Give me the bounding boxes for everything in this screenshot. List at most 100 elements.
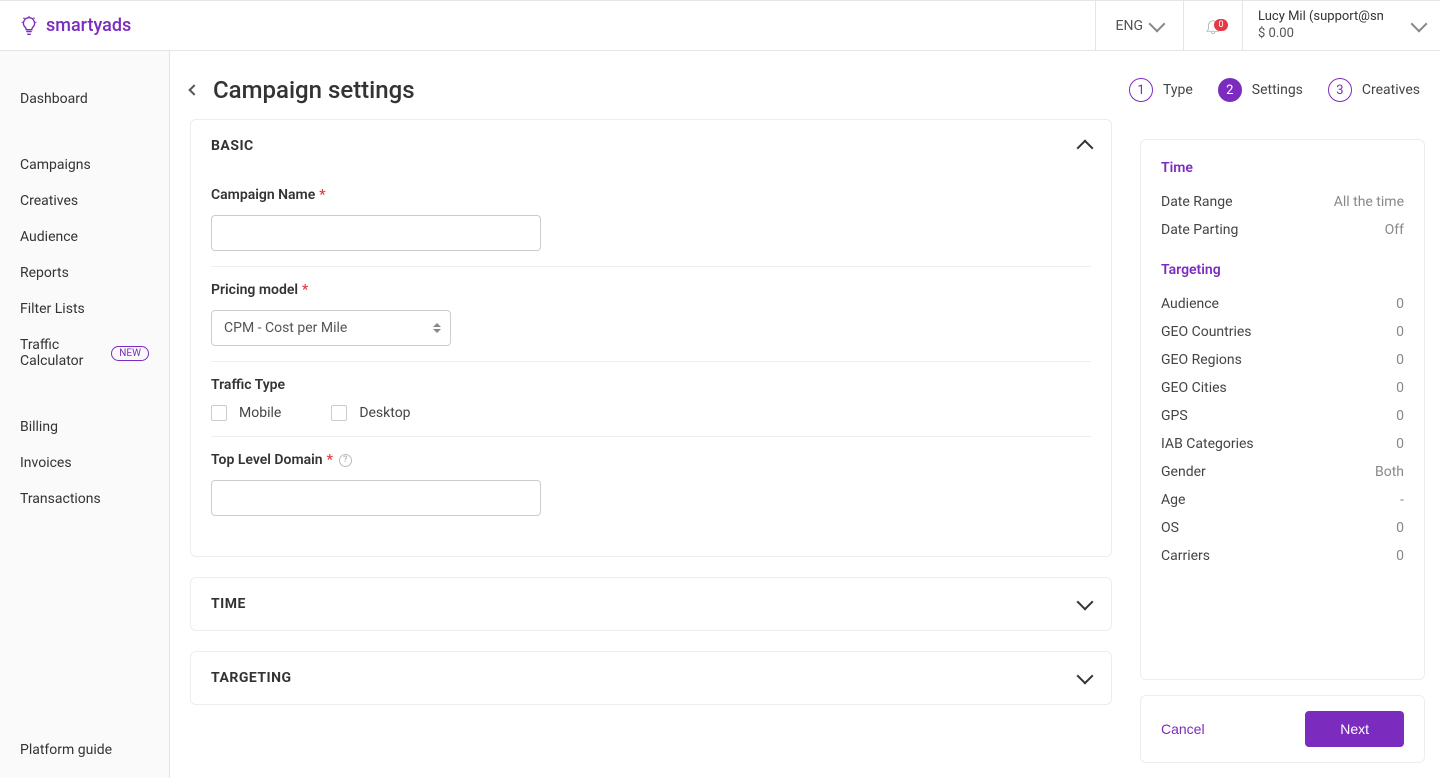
summary-label: GEO Cities [1161, 380, 1227, 396]
chevron-up-icon [1077, 140, 1094, 157]
next-button[interactable]: Next [1305, 711, 1404, 747]
sidebar-item-transactions[interactable]: Transactions [0, 481, 169, 517]
summary-label: IAB Categories [1161, 436, 1254, 452]
language-selector[interactable]: ENG [1095, 1, 1183, 50]
summary-row: IAB Categories0 [1161, 430, 1404, 458]
required-mark: * [319, 187, 325, 203]
field-label: Top Level Domain * ? [211, 452, 1091, 468]
notification-count-badge: 0 [1214, 19, 1228, 31]
sidebar-item-dashboard[interactable]: Dashboard [0, 81, 169, 117]
summary-label: Date Range [1161, 194, 1233, 210]
select-arrows-icon [433, 323, 441, 333]
chevron-down-icon [1149, 15, 1166, 32]
user-menu[interactable]: Lucy Mil (support@sma $ 0.00 [1242, 1, 1440, 50]
summary-card: Time Date Range All the time Date Partin… [1140, 139, 1425, 680]
tld-field: Top Level Domain * ? [211, 437, 1091, 531]
user-info: Lucy Mil (support@sma $ 0.00 [1258, 9, 1383, 43]
time-card-header[interactable]: TIME [191, 578, 1111, 630]
step-number: 1 [1129, 78, 1153, 102]
sidebar-item-label: Filter Lists [20, 301, 85, 317]
summary-row: Date Parting Off [1161, 216, 1404, 244]
label-text: Campaign Name [211, 187, 315, 203]
summary-label: Audience [1161, 296, 1219, 312]
card-title: TIME [211, 596, 246, 612]
step-settings[interactable]: 2 Settings [1218, 78, 1303, 102]
content-area: BASIC Campaign Name * [170, 119, 1440, 778]
sidebar-item-creatives[interactable]: Creatives [0, 183, 169, 219]
sidebar-item-label: Campaigns [20, 157, 91, 173]
basic-card-header[interactable]: BASIC [191, 120, 1111, 172]
summary-label: GEO Countries [1161, 324, 1252, 340]
summary-label: Carriers [1161, 548, 1210, 564]
sidebar-group: Campaigns Creatives Audience Reports Fil… [0, 147, 169, 379]
sidebar-group: Dashboard [0, 81, 169, 117]
select-value: CPM - Cost per Mile [211, 310, 451, 346]
top-header: smartyads ENG 0 Lucy Mil (support@sma $ … [0, 0, 1440, 51]
chevron-down-icon [1077, 668, 1094, 685]
summary-row: GenderBoth [1161, 458, 1404, 486]
campaign-name-input[interactable] [211, 215, 541, 251]
back-arrow-icon[interactable] [188, 84, 199, 95]
step-type[interactable]: 1 Type [1129, 78, 1193, 102]
tld-input[interactable] [211, 480, 541, 516]
brand-name: smartyads [46, 15, 131, 36]
chevron-down-icon [1411, 15, 1428, 32]
sidebar-item-billing[interactable]: Billing [0, 409, 169, 445]
notifications-button[interactable]: 0 [1183, 1, 1242, 50]
checkbox-icon [331, 405, 347, 421]
chevron-down-icon [1077, 594, 1094, 611]
language-label: ENG [1116, 18, 1143, 34]
page-title-wrap: Campaign settings [190, 76, 415, 104]
summary-time-title: Time [1161, 160, 1404, 176]
sidebar-item-label: Dashboard [20, 91, 88, 107]
targeting-card-header[interactable]: TARGETING [191, 652, 1111, 704]
main: Campaign settings 1 Type 2 Settings 3 Cr… [170, 51, 1440, 778]
basic-card-body: Campaign Name * Pricing model * CPM [191, 172, 1111, 556]
traffic-mobile-checkbox[interactable]: Mobile [211, 405, 281, 421]
sidebar-item-platform-guide[interactable]: Platform guide [0, 722, 169, 778]
form-column[interactable]: BASIC Campaign Name * [190, 119, 1122, 778]
brand-logo[interactable]: smartyads [18, 15, 131, 37]
sidebar: Dashboard Campaigns Creatives Audience R… [0, 51, 170, 778]
action-bar: Cancel Next [1140, 695, 1425, 763]
pricing-model-select[interactable]: CPM - Cost per Mile [211, 310, 451, 346]
header-right: ENG 0 Lucy Mil (support@sma $ 0.00 [1095, 1, 1440, 50]
time-card: TIME [190, 577, 1112, 631]
summary-value: 0 [1396, 296, 1404, 312]
cancel-button[interactable]: Cancel [1161, 721, 1205, 737]
sidebar-item-filter-lists[interactable]: Filter Lists [0, 291, 169, 327]
sidebar-item-label: Invoices [20, 455, 72, 471]
help-icon[interactable]: ? [339, 454, 352, 467]
sidebar-item-campaigns[interactable]: Campaigns [0, 147, 169, 183]
step-creatives[interactable]: 3 Creatives [1328, 78, 1420, 102]
sidebar-item-label: Reports [20, 265, 69, 281]
summary-value: 0 [1396, 520, 1404, 536]
summary-value: 0 [1396, 324, 1404, 340]
lightbulb-icon [18, 15, 40, 37]
page-title: Campaign settings [213, 76, 415, 104]
sidebar-item-reports[interactable]: Reports [0, 255, 169, 291]
summary-label: Gender [1161, 464, 1206, 480]
sidebar-item-traffic-calculator[interactable]: Traffic Calculator NEW [0, 327, 169, 379]
sidebar-item-label: Audience [20, 229, 78, 245]
summary-label: Age [1161, 492, 1185, 508]
label-text: Top Level Domain [211, 452, 323, 468]
sidebar-item-audience[interactable]: Audience [0, 219, 169, 255]
summary-row: GPS0 [1161, 402, 1404, 430]
sidebar-item-label: Creatives [20, 193, 78, 209]
field-label: Campaign Name * [211, 187, 1091, 203]
checkbox-label: Mobile [239, 405, 281, 421]
summary-row: Date Range All the time [1161, 188, 1404, 216]
sidebar-item-label: Traffic Calculator [20, 337, 105, 369]
summary-value: 0 [1396, 380, 1404, 396]
summary-value: 0 [1396, 352, 1404, 368]
summary-targeting-title: Targeting [1161, 262, 1404, 278]
user-balance: $ 0.00 [1258, 26, 1383, 43]
summary-row: GEO Countries 0 [1161, 318, 1404, 346]
traffic-desktop-checkbox[interactable]: Desktop [331, 405, 410, 421]
page-header: Campaign settings 1 Type 2 Settings 3 Cr… [170, 51, 1440, 119]
sidebar-item-invoices[interactable]: Invoices [0, 445, 169, 481]
targeting-card: TARGETING [190, 651, 1112, 705]
step-label: Settings [1252, 82, 1303, 98]
traffic-type-field: Traffic Type Mobile Desktop [211, 362, 1091, 437]
